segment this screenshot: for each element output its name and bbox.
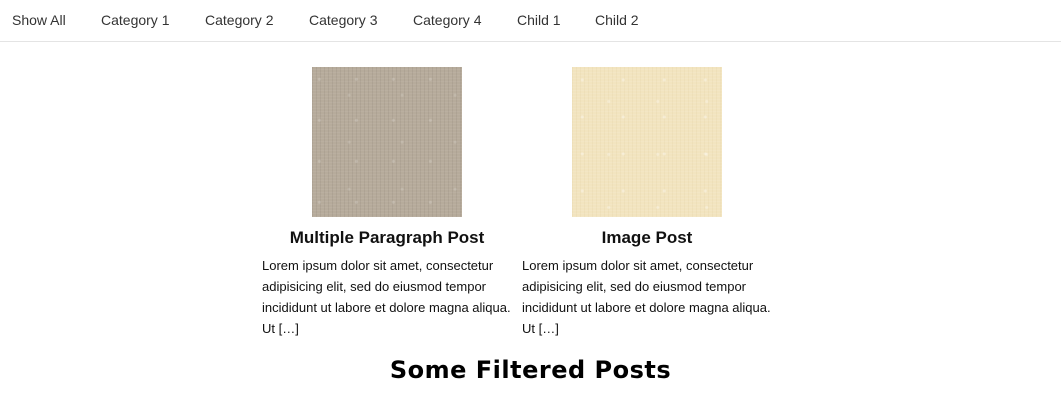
filter-tab-category-2[interactable]: Category 2: [205, 12, 273, 28]
post-title[interactable]: Image Post: [522, 228, 772, 248]
category-filter-bar: Show All Category 1 Category 2 Category …: [0, 0, 1061, 42]
filter-tab-category-3[interactable]: Category 3: [309, 12, 377, 28]
filter-tab-show-all[interactable]: Show All: [12, 12, 66, 28]
filter-tab-category-1[interactable]: Category 1: [101, 12, 169, 28]
filter-tab-child-2[interactable]: Child 2: [595, 12, 639, 28]
filter-tab-child-1[interactable]: Child 1: [517, 12, 561, 28]
post-excerpt: Lorem ipsum dolor sit amet, consectetur …: [262, 258, 511, 336]
section-heading: Some Filtered Posts: [389, 356, 672, 384]
post-thumbnail[interactable]: [572, 67, 722, 217]
filter-tab-category-4[interactable]: Category 4: [413, 12, 481, 28]
post-title[interactable]: Multiple Paragraph Post: [262, 228, 512, 248]
post-excerpt: Lorem ipsum dolor sit amet, consectetur …: [522, 258, 771, 336]
post-thumbnail[interactable]: [312, 67, 462, 217]
